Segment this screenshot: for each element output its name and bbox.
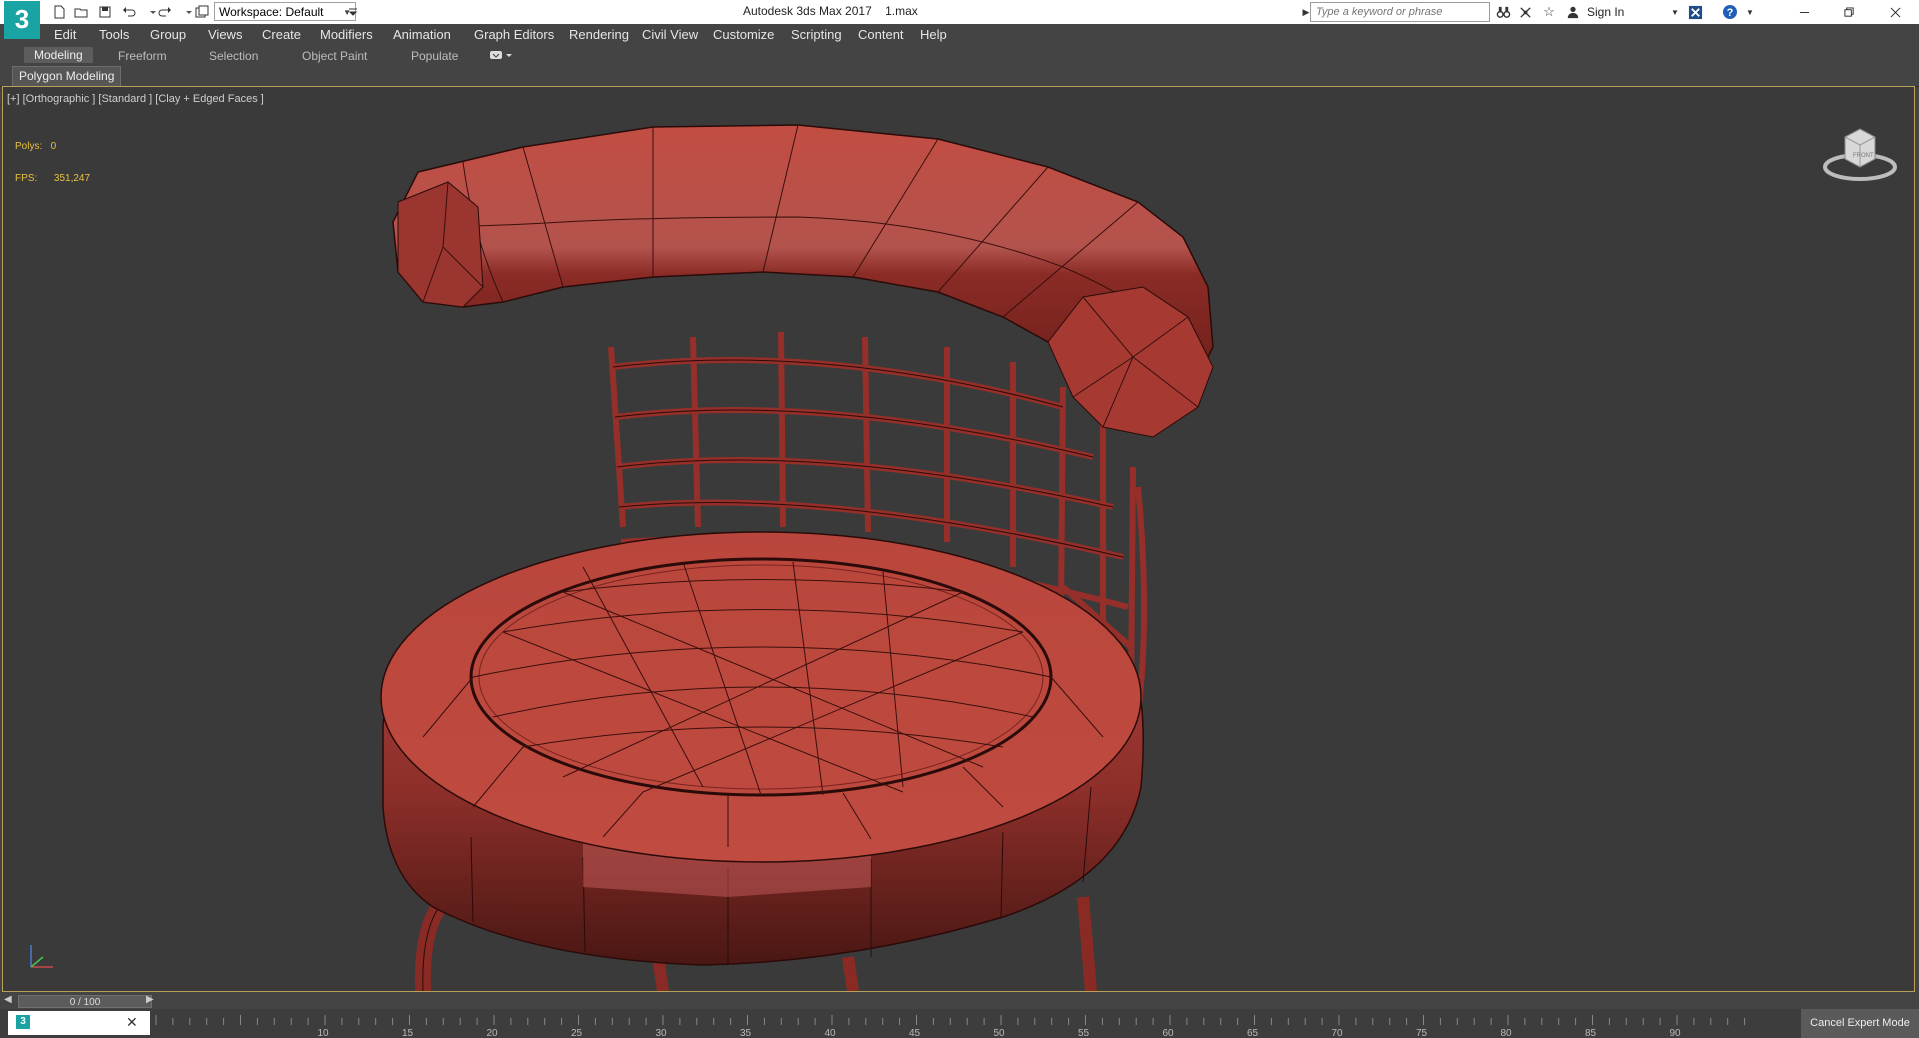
track-bar[interactable]: 3 ✕ 101520253035404550556065707580859095… xyxy=(0,1009,1919,1038)
time-slider[interactable]: 0 / 100 xyxy=(18,995,152,1008)
window-title: Autodesk 3ds Max 2017 1.max xyxy=(743,4,918,18)
svg-text:?: ? xyxy=(1727,7,1734,19)
tab-modeling[interactable]: Modeling xyxy=(24,47,93,63)
timeline-tick-label: 80 xyxy=(1500,1028,1512,1038)
timeline-tick-label: 10 xyxy=(317,1028,329,1038)
open-file-icon[interactable] xyxy=(72,3,90,21)
workspace-label: Workspace: Default xyxy=(219,5,324,19)
autodesk-exchange-icon[interactable] xyxy=(1685,3,1705,21)
menu-content[interactable]: Content xyxy=(858,27,904,42)
viewcube-face-label: FRONT xyxy=(1853,153,1874,159)
help-dropdown-icon[interactable]: ▼ xyxy=(1740,3,1760,21)
menu-views[interactable]: Views xyxy=(208,27,242,42)
menu-animation[interactable]: Animation xyxy=(393,27,451,42)
file-name: 1.max xyxy=(885,4,918,18)
fps-stat: FPS: 351,247 xyxy=(15,173,90,184)
menu-group[interactable]: Group xyxy=(150,27,186,42)
timeline-tick-label: 60 xyxy=(1162,1028,1174,1038)
timeline-ticks: 101520253035404550556065707580859095100 xyxy=(155,1015,1746,1038)
menu-civil-view[interactable]: Civil View xyxy=(642,27,698,42)
time-next-icon[interactable]: ▶ xyxy=(146,994,154,1005)
timeline-tick-label: 35 xyxy=(740,1028,752,1038)
redo-icon[interactable] xyxy=(156,3,174,21)
menu-bar: Edit Tools Group Views Create Modifiers … xyxy=(0,24,1919,46)
timeline-tick-label: 25 xyxy=(571,1028,583,1038)
cancel-expert-mode-button[interactable]: Cancel Expert Mode xyxy=(1801,1009,1919,1038)
timeline-tick-label: 50 xyxy=(993,1028,1005,1038)
user-account-icon[interactable] xyxy=(1563,3,1583,21)
backrest-bolster xyxy=(392,124,1214,438)
menu-scripting[interactable]: Scripting xyxy=(791,27,842,42)
mini-app-icon: 3 xyxy=(16,1015,30,1029)
timeline-tick-label: 15 xyxy=(402,1028,414,1038)
communication-center-icon[interactable] xyxy=(1515,3,1535,21)
mini-listener[interactable]: 3 ✕ xyxy=(8,1011,150,1035)
timeline-tick-label: 30 xyxy=(655,1028,667,1038)
timeline-tick-label: 20 xyxy=(486,1028,498,1038)
project-folder-icon[interactable] xyxy=(193,3,211,21)
app-logo-button[interactable]: 3 xyxy=(4,1,40,39)
tab-freeform[interactable]: Freeform xyxy=(118,49,167,63)
ribbon-tabs: Modeling Freeform Selection Object Paint… xyxy=(0,46,1919,66)
new-file-icon[interactable] xyxy=(50,3,68,21)
sign-in-link[interactable]: Sign In xyxy=(1587,5,1624,19)
quick-access-customize-icon[interactable] xyxy=(344,3,362,21)
menu-graph-editors[interactable]: Graph Editors xyxy=(474,27,554,42)
minimize-button[interactable] xyxy=(1781,0,1827,24)
workspace-selector[interactable]: Workspace: Default ▼ xyxy=(214,2,356,21)
menu-edit[interactable]: Edit xyxy=(54,27,76,42)
tab-selection[interactable]: Selection xyxy=(209,49,258,63)
timeline-tick-label: 55 xyxy=(1078,1028,1090,1038)
axis-tripod-icon xyxy=(30,945,53,968)
undo-icon[interactable] xyxy=(120,3,138,21)
ribbon-minimize-toggle-icon[interactable] xyxy=(490,49,514,63)
favorites-star-icon[interactable]: ☆ xyxy=(1539,3,1559,21)
timeline-tick-label: 40 xyxy=(824,1028,836,1038)
close-button[interactable] xyxy=(1872,0,1918,24)
fps-label: FPS: xyxy=(15,173,38,184)
menu-help[interactable]: Help xyxy=(920,27,947,42)
menu-customize[interactable]: Customize xyxy=(713,27,774,42)
polygon-modeling-panel-label[interactable]: Polygon Modeling xyxy=(12,66,122,87)
time-prev-icon[interactable]: ◀ xyxy=(4,994,12,1005)
chair-model[interactable] xyxy=(3,87,1914,991)
menu-create[interactable]: Create xyxy=(262,27,301,42)
close-icon[interactable]: ✕ xyxy=(126,1014,138,1031)
tab-object-paint[interactable]: Object Paint xyxy=(302,49,367,63)
menu-rendering[interactable]: Rendering xyxy=(569,27,629,42)
app-logo-text: 3 xyxy=(14,4,30,34)
timeline-tick-label: 85 xyxy=(1585,1028,1597,1038)
fps-value: 351,247 xyxy=(53,173,91,184)
sign-in-dropdown-icon[interactable]: ▼ xyxy=(1665,3,1685,21)
viewport-perspective[interactable]: [+] [Orthographic ] [Standard ] [Clay + … xyxy=(2,86,1915,992)
timeline-tick-label: 75 xyxy=(1416,1028,1428,1038)
app-title: Autodesk 3ds Max 2017 xyxy=(743,4,872,18)
binoculars-search-icon[interactable] xyxy=(1493,3,1513,21)
title-bar: 3 Workspace: Default ▼ Autodesk 3ds Max … xyxy=(0,0,1919,39)
timeline-tick-label: 90 xyxy=(1669,1028,1681,1038)
viewport-label[interactable]: [+] [Orthographic ] [Standard ] [Clay + … xyxy=(7,93,264,105)
timeline-tick-label: 45 xyxy=(909,1028,921,1038)
restore-button[interactable] xyxy=(1826,0,1872,24)
time-slider-bar: ◀ 0 / 100 ▶ xyxy=(0,994,1919,1009)
tab-populate[interactable]: Populate xyxy=(411,49,458,63)
timeline-tick-label: 70 xyxy=(1331,1028,1343,1038)
seat-cushion xyxy=(380,531,1142,863)
menu-tools[interactable]: Tools xyxy=(99,27,129,42)
timeline-tick-label: 65 xyxy=(1247,1028,1259,1038)
polys-stat: Polys: 0 xyxy=(15,141,56,152)
menu-modifiers[interactable]: Modifiers xyxy=(320,27,373,42)
polys-label: Polys: xyxy=(15,141,43,152)
viewcube-icon[interactable]: FRONT xyxy=(1820,117,1900,187)
ribbon-panel: Polygon Modeling xyxy=(0,66,1919,87)
save-file-icon[interactable] xyxy=(96,3,114,21)
polys-value: 0 xyxy=(50,141,57,152)
help-icon[interactable]: ? xyxy=(1720,3,1740,21)
search-input[interactable] xyxy=(1310,2,1490,22)
